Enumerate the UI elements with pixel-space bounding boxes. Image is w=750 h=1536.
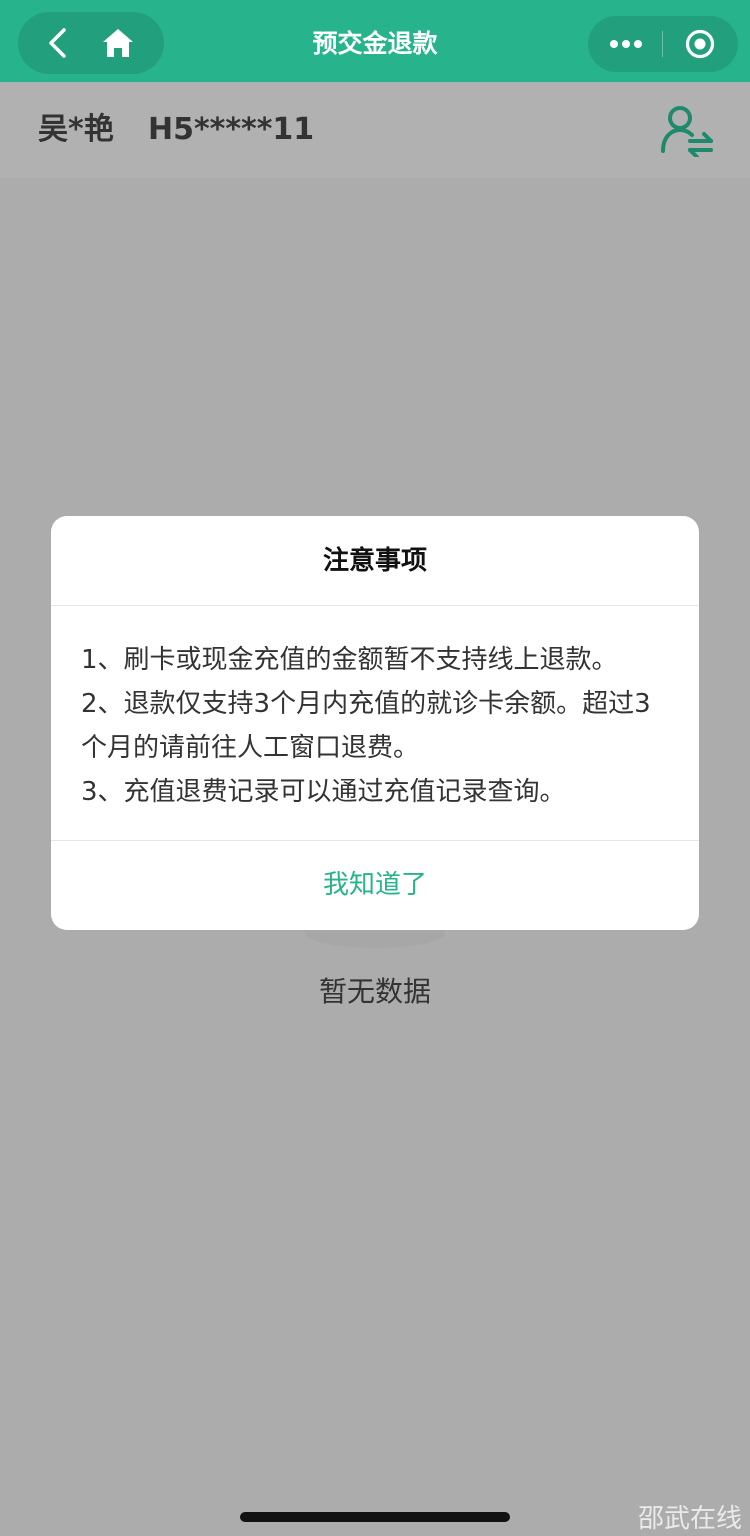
patient-card-number: H5*****11 <box>148 112 315 147</box>
close-miniprogram-button[interactable] <box>680 26 720 62</box>
watermark-text: 邵武在线 <box>637 1504 742 1534</box>
patient-info-bar: 吴*艳 H5*****11 <box>0 82 750 178</box>
dialog-divider <box>51 605 699 606</box>
dialog-content: 1、刷卡或现金充值的金额暂不支持线上退款。 2、退款仅支持3个月内充值的就诊卡余… <box>81 638 673 814</box>
more-dots-icon <box>610 40 642 48</box>
switch-patient-button[interactable] <box>656 103 716 159</box>
switch-user-icon <box>661 106 713 159</box>
more-button[interactable] <box>602 26 650 62</box>
dialog-title: 注意事项 <box>322 546 427 576</box>
notice-line-3: 3、充值退费记录可以通过充值记录查询。 <box>81 777 566 807</box>
notice-line-2: 2、退款仅支持3个月内充值的就诊卡余额。超过3个月的请前往人工窗口退费。 <box>81 689 651 763</box>
back-button[interactable] <box>40 25 76 61</box>
home-indicator[interactable] <box>240 1512 510 1522</box>
notice-line-1: 1、刷卡或现金充值的金额暂不支持线上退款。 <box>81 645 618 675</box>
notice-dialog: 注意事项 1、刷卡或现金充值的金额暂不支持线上退款。 2、退款仅支持3个月内充值… <box>51 516 699 930</box>
target-circle-icon <box>685 29 715 59</box>
back-chevron-icon <box>49 28 66 58</box>
capsule-divider <box>662 31 663 57</box>
nav-left-capsule <box>18 12 164 74</box>
nav-right-capsule <box>588 16 738 72</box>
empty-state-text: 暂无数据 <box>318 975 431 1008</box>
patient-name: 吴*艳 <box>38 112 114 147</box>
confirm-button[interactable]: 我知道了 <box>51 841 699 930</box>
navigation-bar: 预交金退款 <box>0 0 750 82</box>
home-button[interactable] <box>98 24 138 62</box>
home-icon <box>103 29 133 57</box>
